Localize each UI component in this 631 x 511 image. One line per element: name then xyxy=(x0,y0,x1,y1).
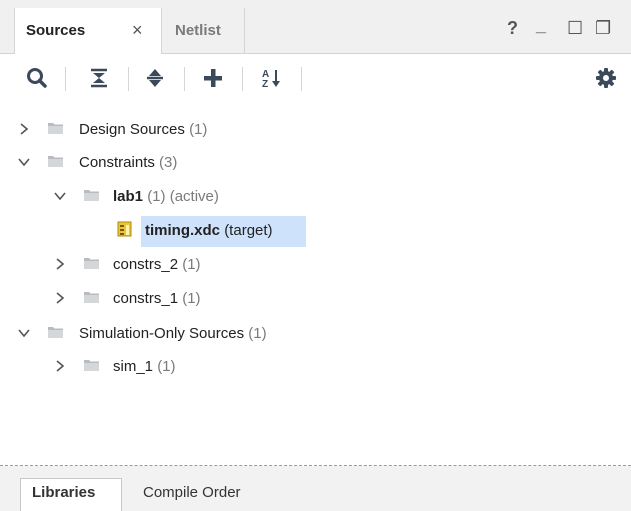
tree-item-constraints[interactable]: Constraints (3) xyxy=(0,146,631,179)
tree-item-label: Simulation-Only Sources (1) xyxy=(79,325,267,342)
folder-icon xyxy=(84,258,99,269)
folder-icon xyxy=(48,123,63,134)
add-icon[interactable] xyxy=(198,62,228,94)
tree-item-label: timing.xdc (target) xyxy=(145,222,273,239)
xdc-file-icon xyxy=(117,221,132,237)
toolbar-separator xyxy=(242,67,243,91)
toolbar-separator xyxy=(65,67,66,91)
maximize-icon[interactable]: ☐ xyxy=(567,17,583,39)
chevron-down-icon[interactable] xyxy=(53,189,67,203)
help-icon[interactable]: ? xyxy=(507,17,518,39)
folder-icon xyxy=(84,292,99,303)
collapse-all-icon[interactable] xyxy=(84,62,114,94)
tab-compile-order[interactable]: Compile Order xyxy=(143,484,241,501)
tab-sources-close-icon[interactable]: × xyxy=(132,19,143,41)
tree-item-timing-xdc[interactable]: timing.xdc (target) xyxy=(0,214,631,247)
bottom-tab-bar: Libraries Compile Order xyxy=(0,466,631,511)
tree-item-constrs-1[interactable]: constrs_1 (1) xyxy=(0,282,631,315)
tab-netlist[interactable]: Netlist xyxy=(175,22,221,39)
toolbar-separator xyxy=(128,67,129,91)
tree-item-label: lab1 (1) (active) xyxy=(113,188,219,205)
gear-icon[interactable] xyxy=(591,62,621,94)
chevron-right-icon[interactable] xyxy=(53,291,67,305)
tab-libraries-label[interactable]: Libraries xyxy=(32,484,95,501)
sort-icon[interactable]: A Z xyxy=(257,62,287,94)
tab-divider xyxy=(244,8,245,54)
chevron-right-icon[interactable] xyxy=(53,257,67,271)
restore-icon[interactable]: ❐ xyxy=(595,17,611,39)
tree-item-simulation-sources[interactable]: Simulation-Only Sources (1) xyxy=(0,317,631,350)
chevron-right-icon[interactable] xyxy=(53,359,67,373)
tree-item-label: Design Sources (1) xyxy=(79,121,208,138)
toolbar-separator xyxy=(184,67,185,91)
folder-icon xyxy=(84,190,99,201)
tree-item-lab1[interactable]: lab1 (1) (active) xyxy=(0,180,631,213)
search-icon[interactable] xyxy=(22,62,52,94)
expand-all-icon[interactable] xyxy=(140,62,170,94)
folder-icon xyxy=(48,156,63,167)
minimize-icon[interactable]: _ xyxy=(536,14,546,36)
tree-item-label: sim_1 (1) xyxy=(113,358,176,375)
folder-icon xyxy=(48,327,63,338)
folder-icon xyxy=(84,360,99,371)
svg-text:Z: Z xyxy=(262,79,268,89)
chevron-down-icon[interactable] xyxy=(17,155,31,169)
tree-item-label: constrs_1 (1) xyxy=(113,290,201,307)
tree-item-label: constrs_2 (1) xyxy=(113,256,201,273)
toolbar-separator xyxy=(301,67,302,91)
chevron-down-icon[interactable] xyxy=(17,326,31,340)
tree-item-sim-1[interactable]: sim_1 (1) xyxy=(0,350,631,383)
tree-item-constrs-2[interactable]: constrs_2 (1) xyxy=(0,248,631,281)
panel-tab-bar: Sources × Netlist ? _ ☐ ❐ xyxy=(0,0,631,54)
tree-item-label: Constraints (3) xyxy=(79,154,178,171)
tab-sources-label[interactable]: Sources xyxy=(26,22,85,39)
chevron-right-icon[interactable] xyxy=(17,122,31,136)
sources-toolbar: A Z xyxy=(0,54,631,104)
tree-item-design-sources[interactable]: Design Sources (1) xyxy=(0,113,631,146)
